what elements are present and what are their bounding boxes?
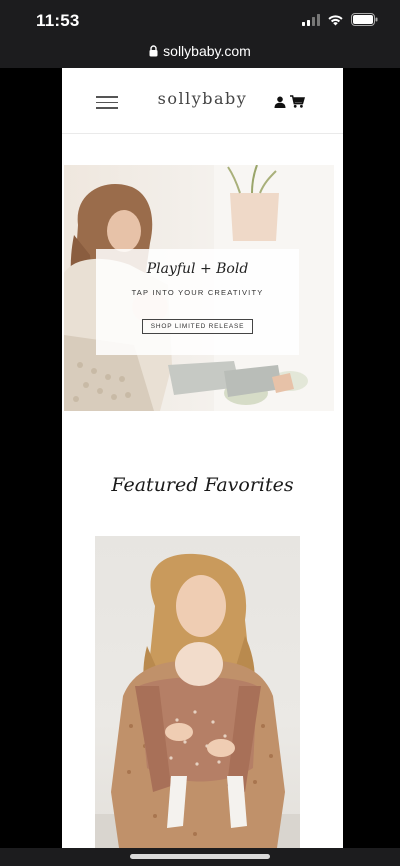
url-text: sollybaby.com	[163, 43, 251, 59]
product-image	[95, 553, 300, 848]
status-time: 11:53	[36, 11, 80, 30]
url-display[interactable]: sollybaby.com	[0, 43, 400, 59]
user-account-icon[interactable]	[274, 96, 286, 108]
wifi-icon	[328, 14, 343, 25]
product-card[interactable]	[95, 536, 300, 848]
address-bar[interactable]: sollybaby.com	[0, 40, 400, 68]
hero-banner[interactable]: Playful + Bold TAP INTO YOUR CREATIVITY …	[64, 165, 334, 411]
home-indicator[interactable]	[130, 854, 270, 859]
status-icons	[302, 13, 378, 26]
hero-caption: Playful + Bold TAP INTO YOUR CREATIVITY …	[96, 249, 299, 355]
hero-title: Playful + Bold	[146, 261, 249, 277]
status-bar: 11:53	[0, 0, 400, 40]
web-viewport: sollybaby Playful + Bold TAP INTO YOUR C…	[0, 68, 400, 848]
cellular-signal-icon	[302, 13, 320, 26]
shop-limited-release-button[interactable]: SHOP LIMITED RELEASE	[141, 319, 254, 334]
shopping-cart-icon[interactable]	[290, 95, 305, 108]
header-actions	[274, 95, 305, 108]
web-page: sollybaby Playful + Bold TAP INTO YOUR C…	[62, 68, 343, 848]
site-header: sollybaby	[62, 68, 343, 134]
battery-icon	[351, 13, 378, 26]
lock-icon	[149, 45, 158, 57]
featured-section-title: Featured Favorites	[111, 474, 294, 496]
hero-subtitle: TAP INTO YOUR CREATIVITY	[131, 288, 264, 297]
browser-toolbar	[0, 848, 400, 866]
